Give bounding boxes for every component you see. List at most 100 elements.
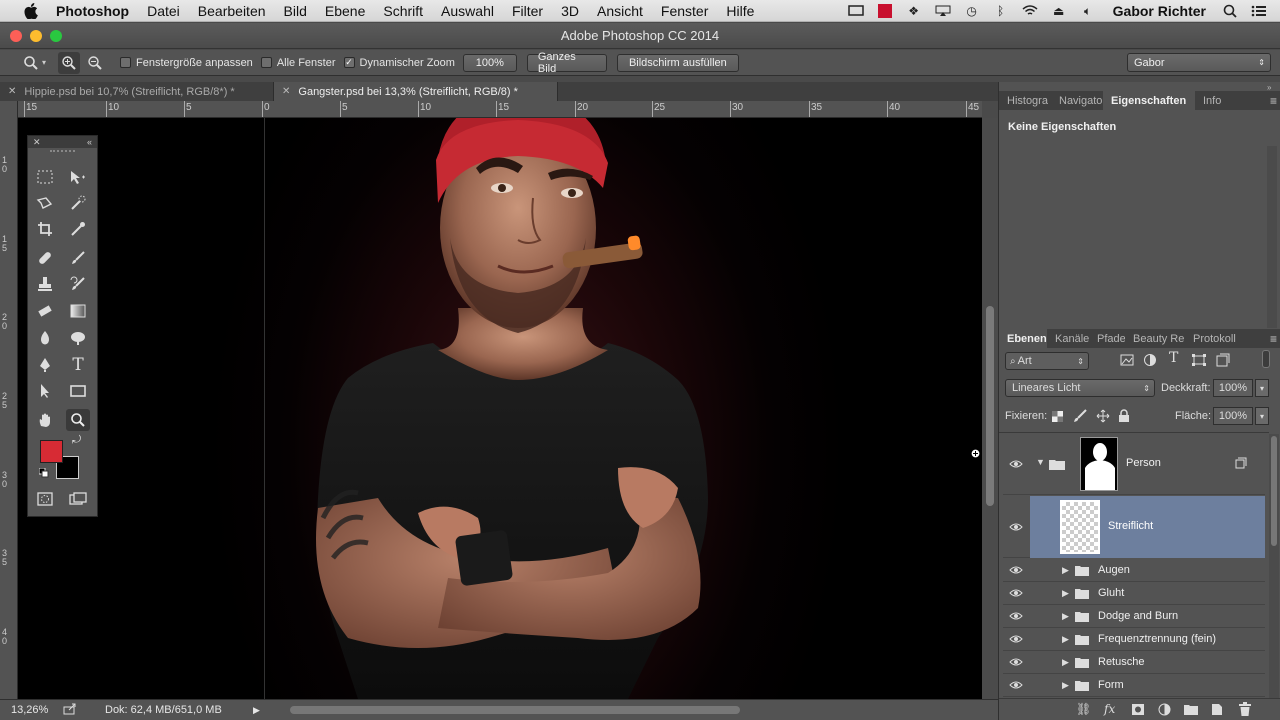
lasso-tool-icon[interactable] <box>33 192 57 214</box>
fill-input[interactable]: 100% <box>1213 407 1253 425</box>
adobe-icon[interactable] <box>877 4 893 18</box>
filter-toggle-switch[interactable] <box>1262 350 1270 368</box>
zoom-window-button[interactable] <box>50 30 62 42</box>
fit-screen-button[interactable]: Ganzes Bild <box>526 51 607 75</box>
layer-thumbnail[interactable] <box>1060 500 1100 554</box>
expand-group-icon[interactable]: ▶ <box>1062 611 1069 622</box>
fill-screen-button[interactable]: Bildschirm ausfüllen <box>616 53 739 72</box>
zoom-level[interactable]: 13,26% <box>11 704 53 716</box>
tab-ebenen[interactable]: Ebenen <box>999 329 1047 348</box>
time-machine-icon[interactable]: ◷ <box>964 4 980 18</box>
eject-icon[interactable]: ⏏ <box>1051 4 1067 18</box>
menu-app[interactable]: Photoshop <box>56 3 129 19</box>
menu-bearbeiten[interactable]: Bearbeiten <box>198 3 266 19</box>
layer-row-augen[interactable]: ▶ Augen <box>1003 559 1265 582</box>
wifi-icon[interactable] <box>1022 4 1038 18</box>
link-layers-icon[interactable]: ⛓ <box>1076 702 1091 716</box>
menu-hilfe[interactable]: Hilfe <box>726 3 754 19</box>
tab-pfade[interactable]: Pfade <box>1089 329 1125 348</box>
layers-panel-menu-icon[interactable]: ≡ <box>1270 332 1277 346</box>
menu-ansicht[interactable]: Ansicht <box>597 3 643 19</box>
layer-name[interactable]: Dodge and Burn <box>1098 610 1178 622</box>
layer-row-streiflicht[interactable]: Streiflicht <box>1003 496 1265 558</box>
tab-navigator[interactable]: Navigato <box>1051 91 1103 110</box>
zoom-tool-icon[interactable] <box>66 409 90 431</box>
close-tab-icon[interactable]: ✕ <box>282 86 290 97</box>
menu-3d[interactable]: 3D <box>561 3 579 19</box>
swap-colors-icon[interactable]: ⤾ <box>72 434 81 447</box>
tab-beauty-retusche[interactable]: Beauty Rei <box>1125 329 1185 348</box>
menu-auswahl[interactable]: Auswahl <box>441 3 494 19</box>
layer-row-gluht[interactable]: ▶ Gluht <box>1003 582 1265 605</box>
new-layer-icon[interactable] <box>1211 703 1223 719</box>
eyedropper-tool-icon[interactable] <box>66 218 90 240</box>
default-colors-icon[interactable] <box>38 467 49 478</box>
filter-type-icon[interactable]: T <box>1169 350 1178 366</box>
menu-ebene[interactable]: Ebene <box>325 3 365 19</box>
lock-position-icon[interactable] <box>1096 409 1110 426</box>
clone-stamp-tool-icon[interactable] <box>33 273 57 295</box>
document-canvas[interactable] <box>18 118 982 699</box>
gradient-tool-icon[interactable] <box>66 300 90 322</box>
lock-pixels-icon[interactable] <box>1073 409 1087 426</box>
visibility-eye-icon[interactable] <box>1008 519 1024 535</box>
filter-shape-icon[interactable] <box>1192 354 1206 369</box>
tab-histogramm[interactable]: Histogra <box>999 91 1051 110</box>
status-menu-arrow-icon[interactable]: ▶ <box>253 705 260 716</box>
delete-layer-icon[interactable] <box>1239 702 1251 719</box>
properties-scrollbar[interactable] <box>1267 146 1277 328</box>
visibility-eye-icon[interactable] <box>1008 562 1024 578</box>
layers-scrollbar[interactable] <box>1269 434 1279 698</box>
filter-adjustment-icon[interactable] <box>1143 353 1157 370</box>
visibility-eye-icon[interactable] <box>1008 456 1024 472</box>
opacity-dropdown-icon[interactable]: ▾ <box>1255 379 1269 397</box>
zoom-out-icon[interactable] <box>84 52 106 74</box>
dropbox-icon[interactable]: ❖ <box>906 4 922 18</box>
expand-group-icon[interactable]: ▶ <box>1062 657 1069 668</box>
dodge-tool-icon[interactable] <box>66 327 90 349</box>
tool-preset-dropdown-icon[interactable]: ▾ <box>42 58 46 67</box>
tab-eigenschaften[interactable]: Eigenschaften <box>1103 91 1195 110</box>
layer-filter-select[interactable]: ⌕ Art ⇕ <box>1005 352 1089 370</box>
layer-name[interactable]: Person <box>1126 457 1161 469</box>
all-windows-checkbox[interactable] <box>260 57 272 68</box>
close-panel-icon[interactable]: ✕ <box>33 137 41 148</box>
layers-scroll-thumb[interactable] <box>1271 436 1277 546</box>
blend-mode-select[interactable]: Lineares Licht ⇕ <box>1005 379 1155 397</box>
opacity-input[interactable]: 100% <box>1213 379 1253 397</box>
new-group-icon[interactable] <box>1184 704 1198 718</box>
tab-protokoll[interactable]: Protokoll <box>1185 329 1245 348</box>
layer-row-retusche[interactable]: ▶ Retusche <box>1003 651 1265 674</box>
path-selection-tool-icon[interactable] <box>33 380 57 402</box>
lock-all-icon[interactable] <box>1118 409 1130 426</box>
collapse-dock-icon[interactable]: » <box>1267 83 1271 92</box>
menu-schrift[interactable]: Schrift <box>383 3 423 19</box>
menu-fenster[interactable]: Fenster <box>661 3 708 19</box>
layer-name[interactable]: Gluht <box>1098 587 1124 599</box>
layer-style-fx-icon[interactable]: fx <box>1104 702 1115 716</box>
layer-row-dodge-burn[interactable]: ▶ Dodge and Burn <box>1003 605 1265 628</box>
apple-icon[interactable] <box>22 2 40 20</box>
visibility-eye-icon[interactable] <box>1008 677 1024 693</box>
close-tab-icon[interactable]: ✕ <box>8 86 16 97</box>
layer-name[interactable]: Augen <box>1098 564 1130 576</box>
eraser-tool-icon[interactable] <box>33 300 57 322</box>
person-mask-thumbnail[interactable] <box>1080 437 1118 491</box>
document-size[interactable]: Dok: 62,4 MB/651,0 MB <box>105 704 245 716</box>
airplay-icon[interactable] <box>935 4 951 18</box>
type-tool-icon[interactable]: T <box>66 354 90 376</box>
collapse-panel-icon[interactable]: « <box>87 137 92 147</box>
crop-tool-icon[interactable] <box>33 218 57 240</box>
tab-hippie[interactable]: ✕ Hippie.psd bei 10,7% (Streiflicht, RGB… <box>0 82 274 101</box>
history-brush-tool-icon[interactable] <box>66 273 90 295</box>
visibility-eye-icon[interactable] <box>1008 631 1024 647</box>
adjustment-layer-icon[interactable] <box>1158 703 1171 719</box>
menu-datei[interactable]: Datei <box>147 3 180 19</box>
layer-name[interactable]: Streiflicht <box>1108 520 1153 532</box>
visibility-eye-icon[interactable] <box>1008 608 1024 624</box>
layer-name[interactable]: Frequenztrennung (fein) <box>1098 633 1216 645</box>
zoom-tool-preset-icon[interactable] <box>20 52 42 74</box>
export-icon[interactable] <box>63 703 77 718</box>
add-mask-icon[interactable] <box>1132 704 1144 718</box>
panel-menu-icon[interactable]: ≡ <box>1270 94 1277 108</box>
